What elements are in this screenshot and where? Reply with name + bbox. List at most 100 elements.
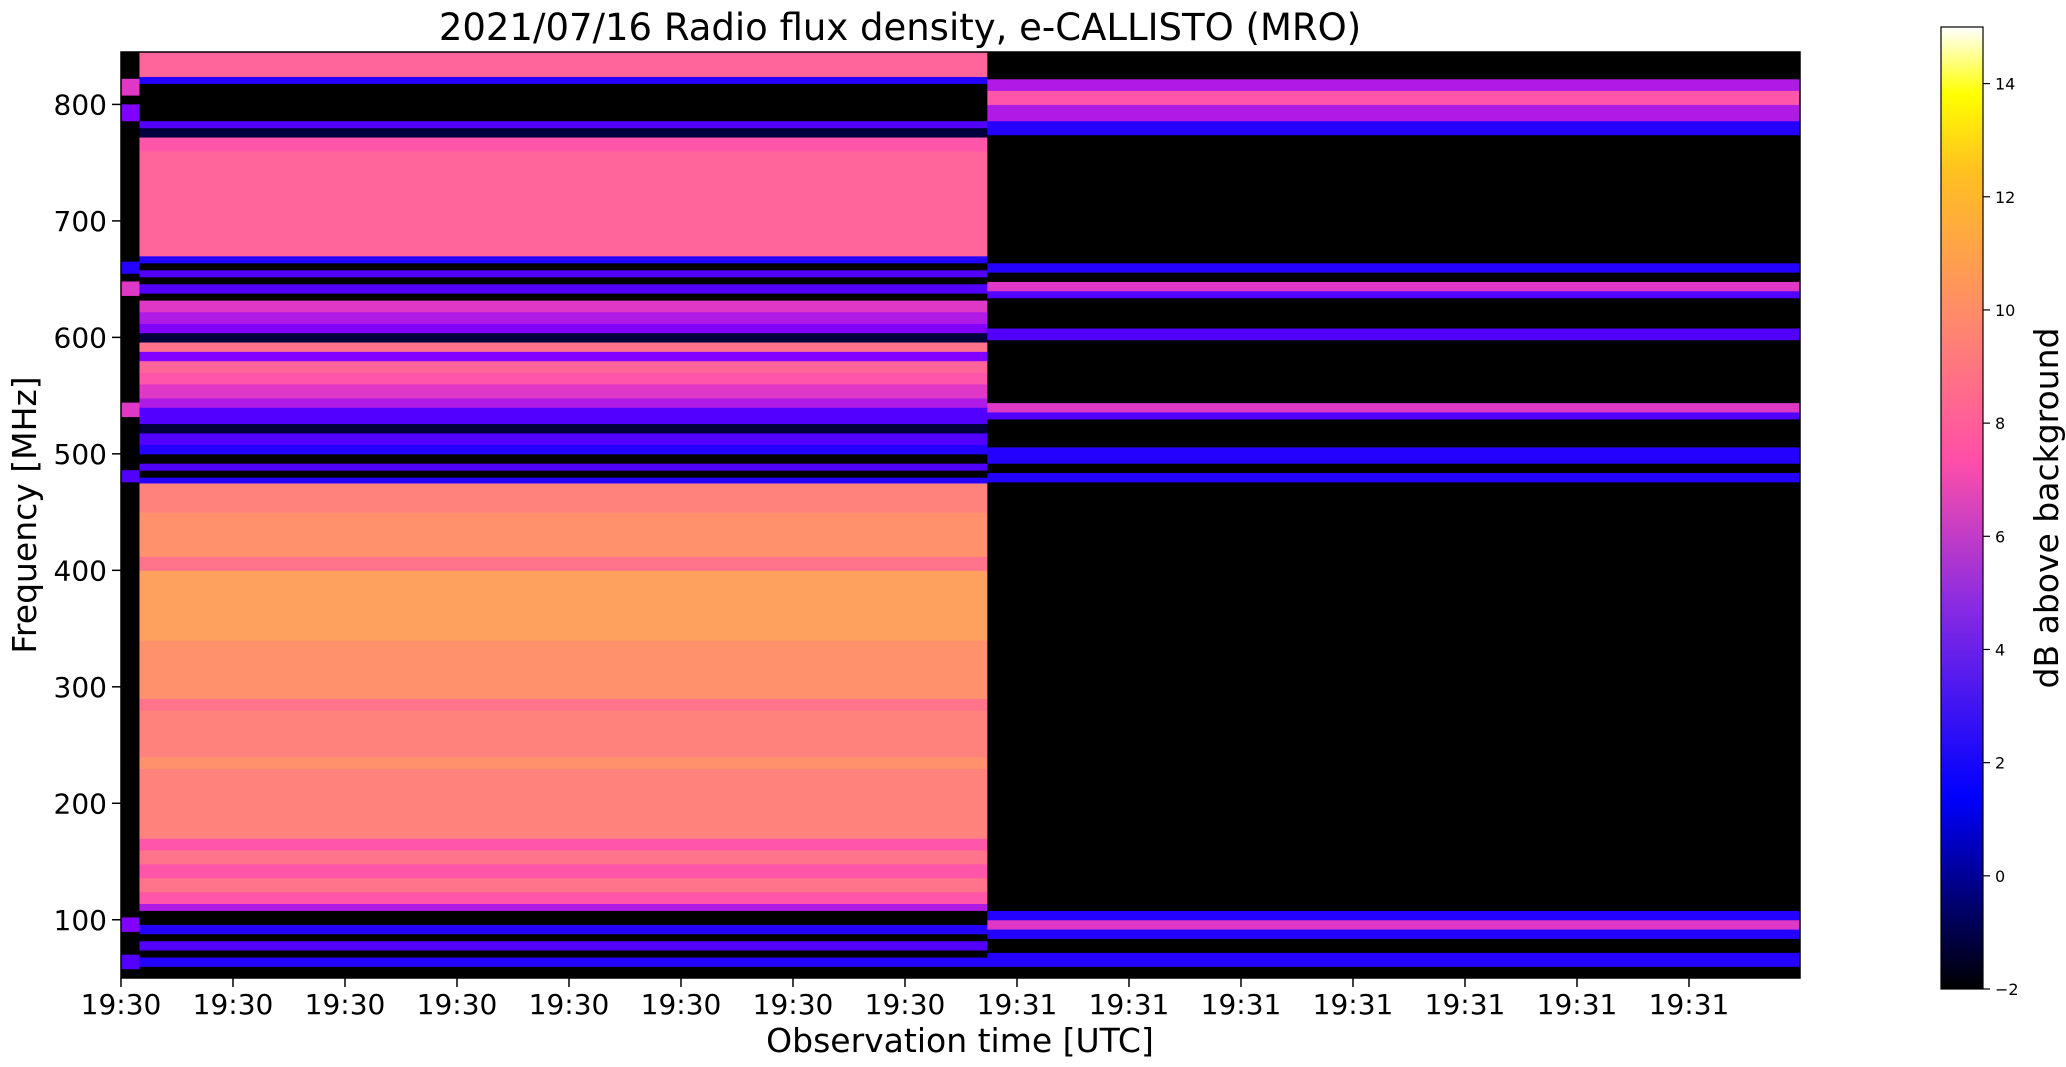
band-seg1-28 [139,423,988,434]
x-tick-label: 19:31 [1089,988,1170,1021]
band-seg2-10 [987,418,1801,448]
band-seg2-23 [987,90,1801,105]
x-tick-label: 19:30 [865,988,946,1021]
band-seg2-18 [987,272,1801,282]
band-seg1-30 [139,397,988,408]
x-tick-label: 19:30 [529,988,610,1021]
band-seg2-16 [987,290,1801,299]
band-seg2-1 [987,952,1801,967]
band-seg1-14 [139,756,988,769]
band-seg2-14 [987,328,1801,341]
band-seg1-34 [139,351,988,362]
band-seg0-6 [121,470,140,483]
band-seg1-31 [139,383,988,399]
band-seg1-24 [139,463,988,471]
band-seg1-6 [139,910,988,925]
band-seg1-2 [139,950,988,958]
colorbar-ticks: −2 0 2 4 6 8 10 12 14 [1983,75,2019,999]
band-seg2-17 [987,281,1801,292]
band-seg1-41 [139,283,988,294]
band-seg1-7 [139,903,988,911]
band-seg1-49 [139,120,988,129]
band-seg2-21 [987,120,1801,136]
band-seg1-42 [139,276,988,285]
band-seg2-8 [987,463,1801,473]
band-seg1-3 [139,940,988,951]
band-seg0-8 [121,954,140,970]
band-seg1-25 [139,453,988,464]
band-seg1-50 [139,83,988,122]
band-seg1-27 [139,432,988,446]
band-seg1-32 [139,372,988,385]
band-seg2-12 [987,402,1801,413]
y-tick-label: 300 [54,671,107,704]
x-axis-ticks: 19:30 19:30 19:30 19:30 19:30 19:30 19:30 19:30… [81,978,1729,1021]
band-seg1-23 [139,470,988,478]
x-tick-label: 19:30 [641,988,722,1021]
band-seg1-13 [139,768,988,839]
colorbar-tick-label: 10 [1995,301,2015,320]
x-tick-label: 19:31 [1425,988,1506,1021]
band-seg2-15 [987,297,1801,329]
x-tick-label: 19:31 [977,988,1058,1021]
y-axis-label: Frequency [MHz] [5,376,44,653]
band-seg1-46 [139,151,988,257]
band-seg2-25 [987,52,1801,80]
band-seg1-10 [139,863,988,879]
band-seg1-33 [139,360,988,373]
x-tick-label: 19:31 [1201,988,1282,1021]
colorbar-tick-label: 4 [1995,640,2005,659]
band-seg2-3 [987,929,1801,939]
colorbar-tick-label: 0 [1995,867,2005,886]
band-seg0-3 [121,281,140,296]
spectrogram-figure: 2021/07/16 Radio flux density, e-CALLIST… [5,6,2066,1060]
band-seg1-8 [139,891,988,904]
band-seg0-4 [121,261,140,274]
colorbar [1940,26,1984,990]
band-seg1-35 [139,342,988,352]
band-seg2-2 [987,938,1801,953]
band-seg1-20 [139,512,988,557]
y-tick-label: 400 [54,554,107,587]
band-seg1-9 [139,877,988,893]
band-seg1-40 [139,293,988,301]
band-seg1-11 [139,849,988,865]
band-seg1-21 [139,482,988,513]
y-axis-ticks: 100 200 300 400 500 600 700 800 [54,88,121,937]
x-axis-label: Observation time [UTC] [766,1021,1154,1060]
band-seg1-12 [139,838,988,851]
heatmap-area [121,52,1801,979]
band-seg1-1 [139,957,988,967]
colorbar-tick-label: 12 [1995,188,2015,207]
band-seg1-0 [139,966,988,979]
colorbar-tick-label: 2 [1995,754,2005,773]
y-tick-label: 600 [54,321,107,354]
x-tick-label: 19:30 [417,988,498,1021]
band-seg1-15 [139,710,988,758]
band-seg1-36 [139,332,988,343]
y-tick-label: 100 [54,904,107,937]
band-seg1-19 [139,556,988,571]
band-seg1-22 [139,477,988,484]
colorbar-tick-label: −2 [1995,980,2019,999]
band-seg0-5 [121,402,140,418]
band-seg2-19 [987,262,1801,273]
band-seg1-45 [139,255,988,264]
x-tick-label: 19:31 [1537,988,1618,1021]
band-seg1-38 [139,311,988,324]
band-seg1-26 [139,444,988,455]
band-seg1-51 [139,76,988,84]
band-seg0-2 [121,104,140,122]
x-tick-label: 19:30 [305,988,386,1021]
y-tick-label: 200 [54,787,107,820]
x-tick-label: 19:30 [193,988,274,1021]
band-seg2-11 [987,411,1801,420]
band-seg1-4 [139,933,988,942]
band-seg1-16 [139,698,988,711]
colorbar-label: dB above background [2027,328,2066,689]
colorbar-tick-label: 14 [1995,75,2015,94]
y-tick-label: 800 [54,88,107,121]
band-seg2-5 [987,910,1801,921]
x-tick-label: 19:30 [81,988,162,1021]
band-seg2-22 [987,104,1801,122]
